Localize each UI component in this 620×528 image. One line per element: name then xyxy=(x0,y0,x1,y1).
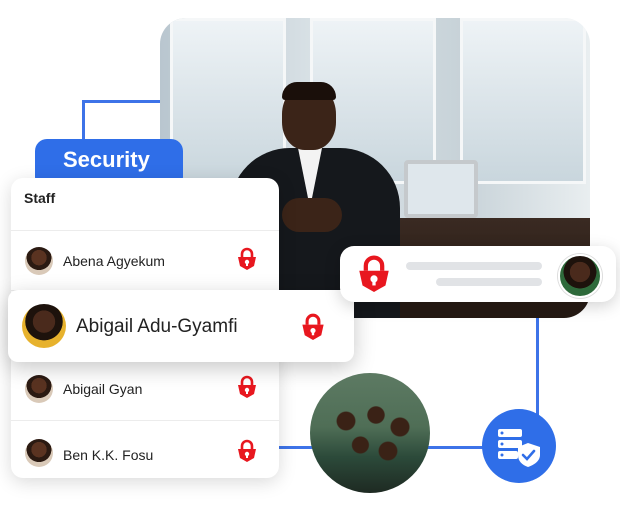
connector-line xyxy=(424,446,490,449)
staff-name: Abigail Adu-Gyamfi xyxy=(76,316,238,337)
group-photo xyxy=(310,373,430,493)
lock-icon[interactable] xyxy=(236,247,258,271)
lock-icon[interactable] xyxy=(236,375,258,399)
server-badge xyxy=(482,409,556,483)
avatar xyxy=(25,247,53,275)
lock-icon[interactable] xyxy=(300,312,326,342)
security-label: Security xyxy=(63,147,150,172)
connector-line xyxy=(82,100,85,144)
avatar xyxy=(25,375,53,403)
staff-name: Abigail Gyan xyxy=(63,381,143,397)
lock-icon[interactable] xyxy=(236,439,258,463)
avatar xyxy=(25,439,53,467)
staff-row-highlighted[interactable]: Abigail Adu-Gyamfi xyxy=(8,290,354,362)
staff-row[interactable]: Ben K.K. Fosu xyxy=(11,420,279,481)
staff-name: Ben K.K. Fosu xyxy=(63,447,154,463)
server-shield-icon xyxy=(498,429,540,467)
monitor xyxy=(404,160,478,218)
staff-name: Abena Agyekum xyxy=(63,253,165,269)
staff-heading: Staff xyxy=(24,190,56,206)
staff-row[interactable]: Abigail Gyan xyxy=(11,358,279,419)
avatar xyxy=(558,254,602,298)
placeholder-bar xyxy=(436,278,542,286)
staff-row[interactable]: Abena Agyekum xyxy=(11,230,279,291)
lock-icon xyxy=(359,255,389,292)
notification-card[interactable] xyxy=(340,246,616,302)
placeholder-bar xyxy=(406,262,542,270)
avatar xyxy=(22,304,66,348)
window xyxy=(460,18,586,184)
connector-line xyxy=(82,100,162,103)
